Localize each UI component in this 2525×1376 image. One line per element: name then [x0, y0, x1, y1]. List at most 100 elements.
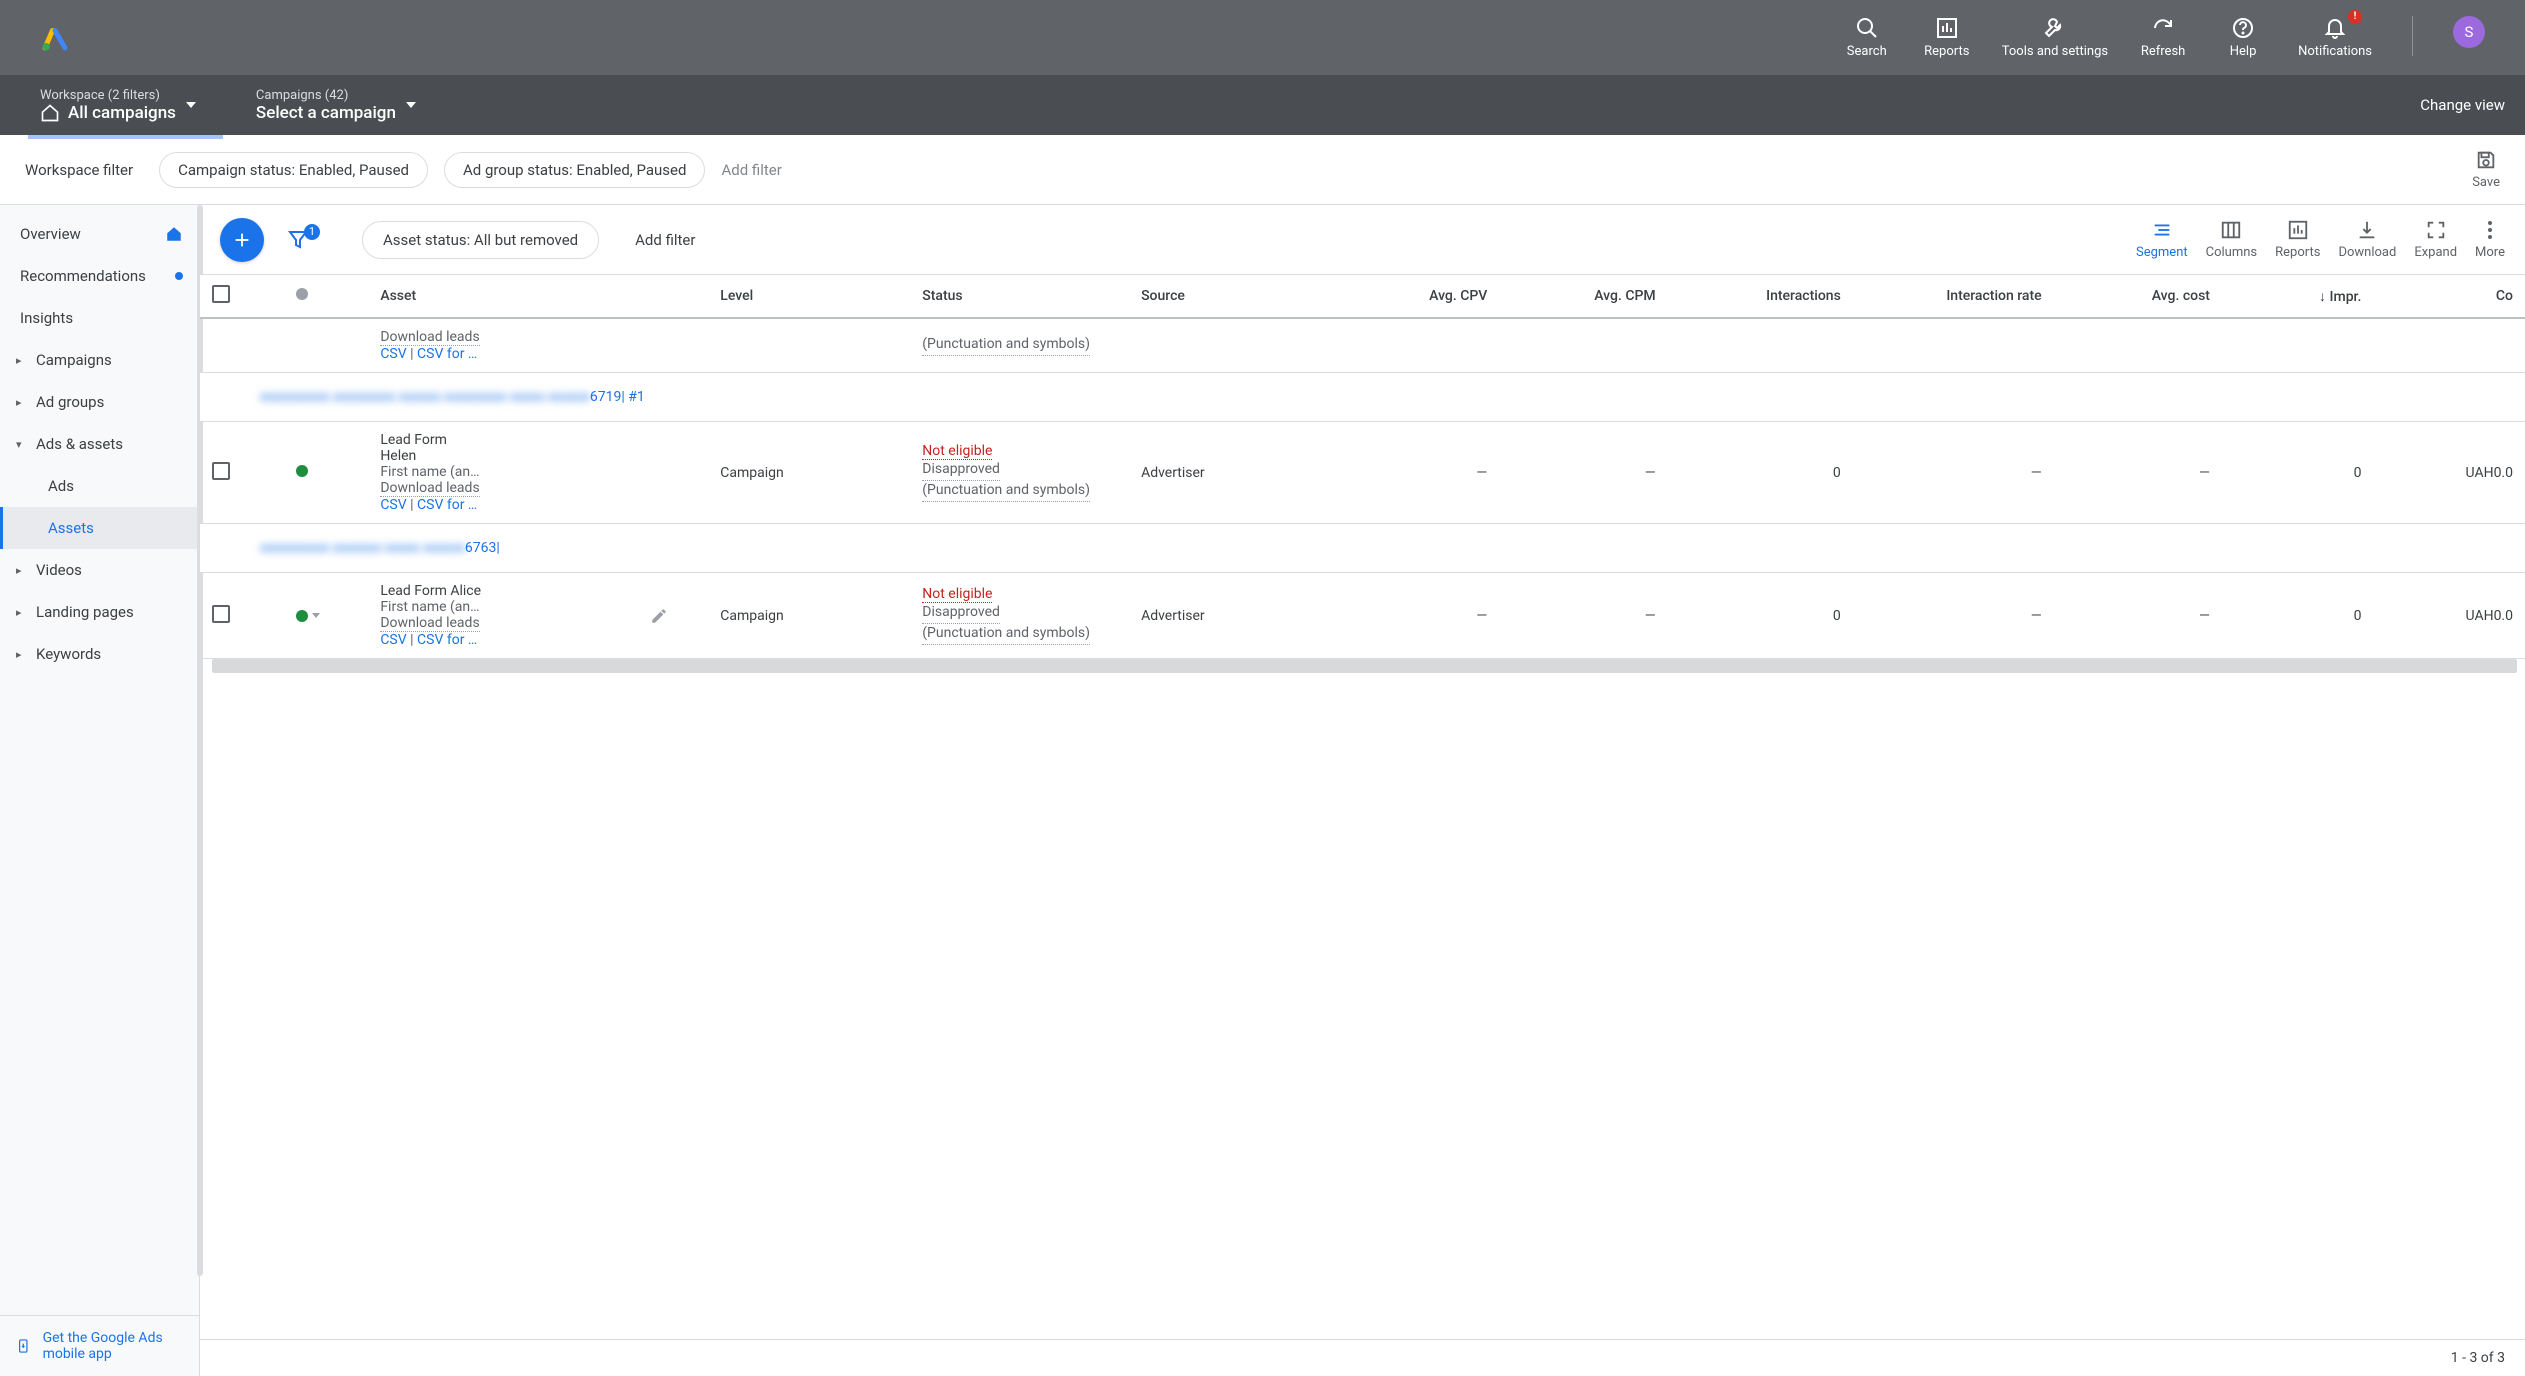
reports-action[interactable]: Reports	[1922, 16, 1972, 60]
sidebar-item-assets[interactable]: Assets	[0, 507, 199, 549]
download-leads-link[interactable]: Download leads	[380, 615, 479, 632]
status-dot-icon	[296, 288, 308, 300]
csv-link[interactable]: CSV	[380, 497, 406, 513]
refresh-icon	[2151, 16, 2175, 40]
download-leads-link[interactable]: Download leads	[380, 329, 479, 346]
campaign-selector[interactable]: Campaigns (42) Select a campaign	[236, 88, 436, 123]
interaction-rate-header[interactable]: Interaction rate	[1853, 275, 2054, 318]
pagination-text: 1 - 3 of 3	[2451, 1350, 2505, 1366]
level-header[interactable]: Level	[708, 275, 910, 318]
help-action[interactable]: Help	[2218, 16, 2268, 60]
workspace-selector[interactable]: Workspace (2 filters) All campaigns	[20, 88, 216, 123]
impr-cell: 0	[2222, 573, 2373, 659]
sidebar-item-landing-pages[interactable]: Landing pages	[0, 591, 199, 633]
csv-for-link[interactable]: CSV for …	[417, 632, 477, 648]
asset-subtitle: First name (an…	[380, 599, 625, 615]
interactions-header[interactable]: Interactions	[1668, 275, 1853, 318]
cost-header[interactable]: Co	[2373, 275, 2525, 318]
chevron-down-icon[interactable]	[312, 613, 320, 618]
phone-download-icon	[16, 1336, 31, 1356]
avg-cpv-header[interactable]: Avg. CPV	[1331, 275, 1499, 318]
mobile-app-link[interactable]: Get the Google Ads mobile app	[0, 1315, 199, 1376]
row-checkbox[interactable]	[212, 605, 230, 623]
download-leads-link[interactable]: Download leads	[380, 480, 479, 497]
pencil-icon	[650, 607, 668, 625]
segment-icon	[2151, 219, 2173, 241]
sidebar-item-campaigns[interactable]: Campaigns	[0, 339, 199, 381]
columns-label: Columns	[2206, 245, 2258, 260]
campaign-group-row[interactable]: xxxxxxxxxx xxxxxxxxx xxxxxx xxxxxxxxx xx…	[200, 373, 2525, 422]
edit-button[interactable]	[650, 607, 697, 625]
expand-button[interactable]: Expand	[2414, 219, 2457, 260]
asset-status-chip[interactable]: Asset status: All but removed	[362, 221, 599, 259]
add-filter-toolbar-button[interactable]: Add filter	[635, 231, 695, 249]
campaign-status-chip[interactable]: Campaign status: Enabled, Paused	[159, 152, 428, 188]
assets-table-wrap[interactable]: Asset Level Status Source Avg. CPV Avg. …	[200, 275, 2525, 1339]
notifications-action[interactable]: ! Notifications	[2298, 16, 2372, 60]
workspace-big: All campaigns	[68, 103, 176, 123]
tools-action[interactable]: Tools and settings	[2002, 16, 2108, 60]
sidebar-item-videos[interactable]: Videos	[0, 549, 199, 591]
sidebar-item-insights[interactable]: Insights	[0, 297, 199, 339]
source-header[interactable]: Source	[1129, 275, 1331, 318]
save-filter-button[interactable]: Save	[2472, 149, 2500, 190]
campaigns-big: Select a campaign	[256, 103, 396, 123]
plus-icon	[231, 229, 253, 251]
status-header[interactable]: Status	[910, 275, 1129, 318]
workspace-small: Workspace (2 filters)	[40, 88, 176, 103]
notification-badge: !	[2348, 10, 2362, 24]
more-label: More	[2475, 245, 2505, 260]
add-asset-button[interactable]	[220, 218, 264, 262]
adgroup-status-chip[interactable]: Ad group status: Enabled, Paused	[444, 152, 705, 188]
segment-button[interactable]: Segment	[2136, 219, 2188, 260]
search-action[interactable]: Search	[1842, 16, 1892, 60]
sidebar-item-recommendations[interactable]: Recommendations	[0, 255, 199, 297]
asset-name: Helen	[380, 448, 625, 464]
select-all-header[interactable]	[200, 275, 284, 318]
help-icon	[2231, 16, 2255, 40]
filter-button[interactable]: 1	[280, 228, 316, 252]
add-filter-button[interactable]: Add filter	[721, 161, 781, 179]
sidebar-item-ads[interactable]: Ads	[0, 465, 199, 507]
columns-icon	[2220, 219, 2242, 241]
campaign-group-suffix: 6763|	[465, 540, 500, 556]
csv-for-link[interactable]: CSV for …	[417, 497, 477, 513]
level-cell: Campaign	[708, 573, 910, 659]
sidebar-item-keywords[interactable]: Keywords	[0, 633, 199, 675]
insights-label: Insights	[20, 309, 73, 327]
sidebar-item-adgroups[interactable]: Ad groups	[0, 381, 199, 423]
download-icon	[2356, 219, 2378, 241]
sidebar-item-ads-assets[interactable]: Ads & assets	[0, 423, 199, 465]
toolbar-reports-button[interactable]: Reports	[2275, 219, 2320, 260]
row-checkbox[interactable]	[212, 462, 230, 480]
user-avatar[interactable]: S	[2453, 16, 2485, 48]
table-row: Lead Form Helen First name (an… Download…	[200, 422, 2525, 524]
download-button[interactable]: Download	[2338, 219, 2396, 260]
notifications-label: Notifications	[2298, 44, 2372, 60]
campaign-group-row[interactable]: xxxxxxxxxx xxxxxxx xxxxx xxxxxx6763|	[200, 524, 2525, 573]
checkbox-icon[interactable]	[212, 285, 230, 303]
csv-link[interactable]: CSV	[380, 632, 406, 648]
more-button[interactable]: More	[2475, 219, 2505, 260]
refresh-action[interactable]: Refresh	[2138, 16, 2188, 60]
impr-label: Impr.	[2330, 289, 2362, 305]
avg-cost-header[interactable]: Avg. cost	[2054, 275, 2222, 318]
columns-button[interactable]: Columns	[2206, 219, 2258, 260]
interaction-rate-cell: —	[1853, 573, 2054, 659]
csv-link[interactable]: CSV	[380, 346, 406, 362]
impr-header[interactable]: ↓ Impr.	[2222, 275, 2373, 318]
interactions-cell: 0	[1668, 422, 1853, 524]
header-actions: Search Reports Tools and settings Refres…	[1842, 16, 2485, 60]
refresh-label: Refresh	[2141, 44, 2185, 60]
avg-cost-cell: —	[2054, 422, 2222, 524]
avg-cpm-header[interactable]: Avg. CPM	[1499, 275, 1667, 318]
chevron-down-icon	[186, 102, 196, 108]
csv-for-link[interactable]: CSV for …	[417, 346, 477, 362]
search-label: Search	[1847, 44, 1887, 60]
horizontal-scrollbar[interactable]	[212, 659, 2517, 673]
sidebar-item-overview[interactable]: Overview	[0, 213, 199, 255]
home-icon	[40, 103, 60, 123]
change-view-button[interactable]: Change view	[2420, 96, 2505, 114]
asset-header[interactable]: Asset	[368, 275, 708, 318]
expand-label: Expand	[2414, 245, 2457, 260]
